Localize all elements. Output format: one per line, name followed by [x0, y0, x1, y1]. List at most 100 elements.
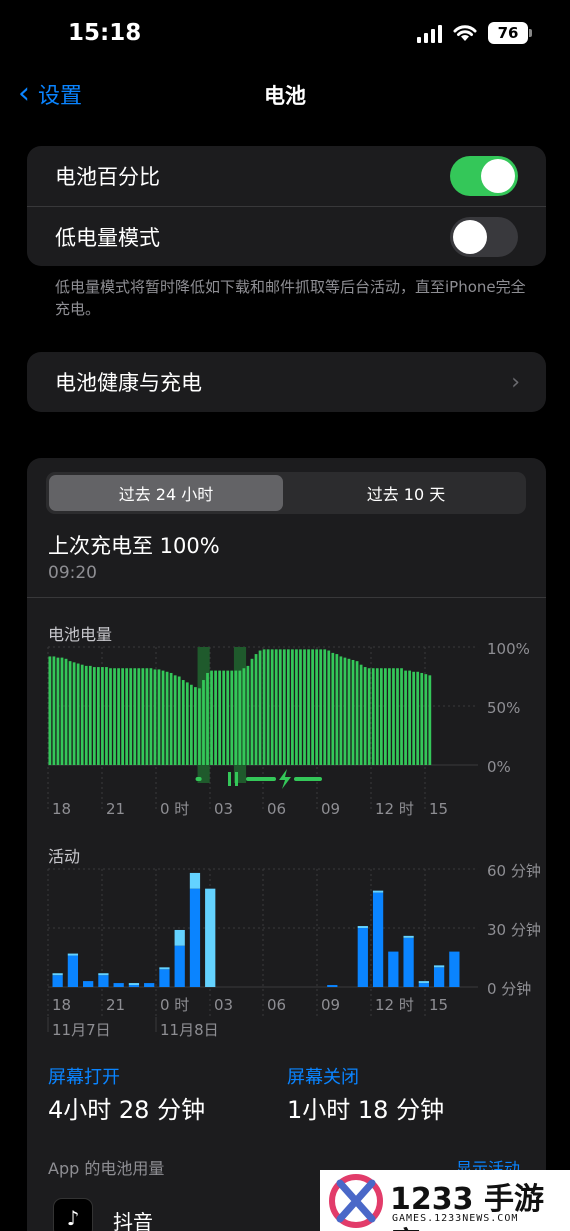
- battery-bar: [424, 674, 428, 765]
- activity-bar-screen-on: [372, 892, 384, 987]
- activity-bar-screen-on: [83, 981, 94, 987]
- battery-health-label: 电池健康与充电: [55, 371, 202, 395]
- activity-bar-screen-on: [357, 928, 368, 987]
- battery-bar: [198, 688, 201, 765]
- battery-bar: [335, 654, 339, 765]
- battery-bar: [428, 675, 432, 765]
- activity-bar-screen-on: [67, 955, 79, 987]
- status-time: 15:18: [68, 20, 142, 46]
- battery-bar: [48, 656, 52, 765]
- battery-health-row[interactable]: 电池健康与充电 ›: [27, 352, 546, 412]
- battery-bar: [125, 668, 129, 765]
- activity-bar-screen-on: [388, 951, 399, 987]
- screen-off-value: 1小时 18 分钟: [287, 1096, 445, 1124]
- battery-bar: [278, 649, 282, 765]
- activity-bar-screen-off: [52, 973, 63, 976]
- battery-bar: [64, 658, 68, 765]
- battery-settings-card: 电池百分比 低电量模式: [27, 146, 546, 266]
- battery-bar: [105, 667, 108, 765]
- activity-bar-screen-off: [403, 935, 414, 938]
- battery-bar: [218, 670, 222, 765]
- chevron-right-icon: ›: [511, 370, 520, 395]
- battery-bar: [392, 668, 395, 765]
- x-tick-label: 21: [106, 800, 125, 818]
- battery-bar: [400, 668, 403, 765]
- battery-bar: [230, 670, 234, 765]
- x-tick-label: 09: [321, 800, 340, 818]
- low-power-mode-label: 低电量模式: [55, 225, 160, 250]
- battery-bar: [129, 668, 133, 765]
- battery-icon: 76: [488, 22, 532, 44]
- toggle-knob: [481, 159, 515, 193]
- activity-bar-screen-off: [159, 967, 170, 970]
- battery-bar: [52, 656, 56, 765]
- activity-bar-screen-off: [372, 890, 384, 893]
- battery-bar: [72, 662, 76, 765]
- divider: [27, 597, 546, 598]
- battery-level-chart: 100% 50% 0% 18 21 0 时 03 06 09 12 时 15: [47, 640, 530, 818]
- page-title: 电池: [264, 84, 306, 108]
- battery-bar: [416, 671, 420, 765]
- activity-bar-screen-off: [67, 953, 79, 956]
- battery-bar: [343, 657, 347, 765]
- battery-bar: [137, 668, 141, 765]
- battery-bar: [165, 671, 169, 765]
- battery-bar: [250, 658, 254, 765]
- app-name: 抖音: [113, 1210, 153, 1231]
- battery-bar: [153, 669, 157, 765]
- activity-bar-screen-on: [144, 983, 155, 987]
- segment-last-10-days[interactable]: 过去 10 天: [289, 475, 523, 511]
- watermark-logo-icon: [329, 1173, 383, 1228]
- battery-bar: [185, 682, 189, 765]
- battery-bar: [331, 652, 335, 765]
- battery-bar: [359, 664, 363, 765]
- battery-bar: [270, 649, 274, 765]
- battery-bar: [80, 664, 84, 765]
- wifi-icon: [453, 25, 477, 41]
- battery-bar: [60, 657, 64, 765]
- battery-bar: [133, 668, 137, 765]
- battery-bar: [412, 671, 416, 765]
- activity-bar-screen-on: [418, 983, 429, 987]
- battery-bar: [323, 649, 327, 765]
- watermark: 1233 手游库 GAMES.1233NEWS.COM: [320, 1170, 570, 1231]
- battery-bar: [68, 661, 72, 765]
- status-bar: 15:18 76: [0, 0, 570, 70]
- status-icons: 76: [417, 22, 532, 44]
- segment-last-24-hours[interactable]: 过去 24 小时: [49, 475, 283, 511]
- battery-percentage-label: 电池百分比: [55, 165, 160, 189]
- low-power-footnote: 低电量模式将暂时降低如下载和邮件抓取等后台活动，直至iPhone完全充电。: [55, 278, 526, 318]
- battery-bar: [262, 649, 266, 765]
- battery-bar: [303, 649, 306, 765]
- battery-bar: [299, 649, 302, 765]
- battery-bar: [307, 649, 310, 765]
- battery-bar: [291, 649, 294, 765]
- x-tick-label: 12 时: [375, 800, 414, 818]
- battery-bar: [157, 669, 161, 765]
- battery-health-card[interactable]: 电池健康与充电 ›: [27, 352, 546, 412]
- app-usage-label: App 的电池用量: [48, 1159, 165, 1178]
- battery-bar: [84, 665, 88, 765]
- x-tick-label: 03: [214, 996, 233, 1014]
- battery-bar: [226, 670, 230, 765]
- activity-bar-screen-off: [357, 926, 368, 928]
- battery-bar: [169, 672, 173, 765]
- battery-bar: [214, 670, 217, 765]
- battery-bar: [286, 649, 290, 765]
- battery-bar: [194, 687, 197, 765]
- battery-bar: [327, 650, 331, 765]
- cellular-signal-icon: [417, 23, 442, 43]
- battery-bar: [88, 665, 92, 765]
- battery-bar: [173, 675, 177, 765]
- battery-bar: [76, 663, 80, 765]
- x-tick-label: 15: [429, 996, 448, 1014]
- x-tick-label: 18: [52, 996, 71, 1014]
- battery-percentage-toggle[interactable]: [450, 156, 518, 196]
- tiktok-icon: ♪: [53, 1198, 93, 1231]
- battery-bar: [355, 661, 359, 765]
- y-tick-label: 100%: [487, 640, 530, 658]
- activity-bar-screen-off: [98, 973, 109, 976]
- low-power-mode-toggle[interactable]: [450, 217, 518, 257]
- screen-on-value: 4小时 28 分钟: [48, 1096, 206, 1124]
- battery-bar: [97, 667, 100, 765]
